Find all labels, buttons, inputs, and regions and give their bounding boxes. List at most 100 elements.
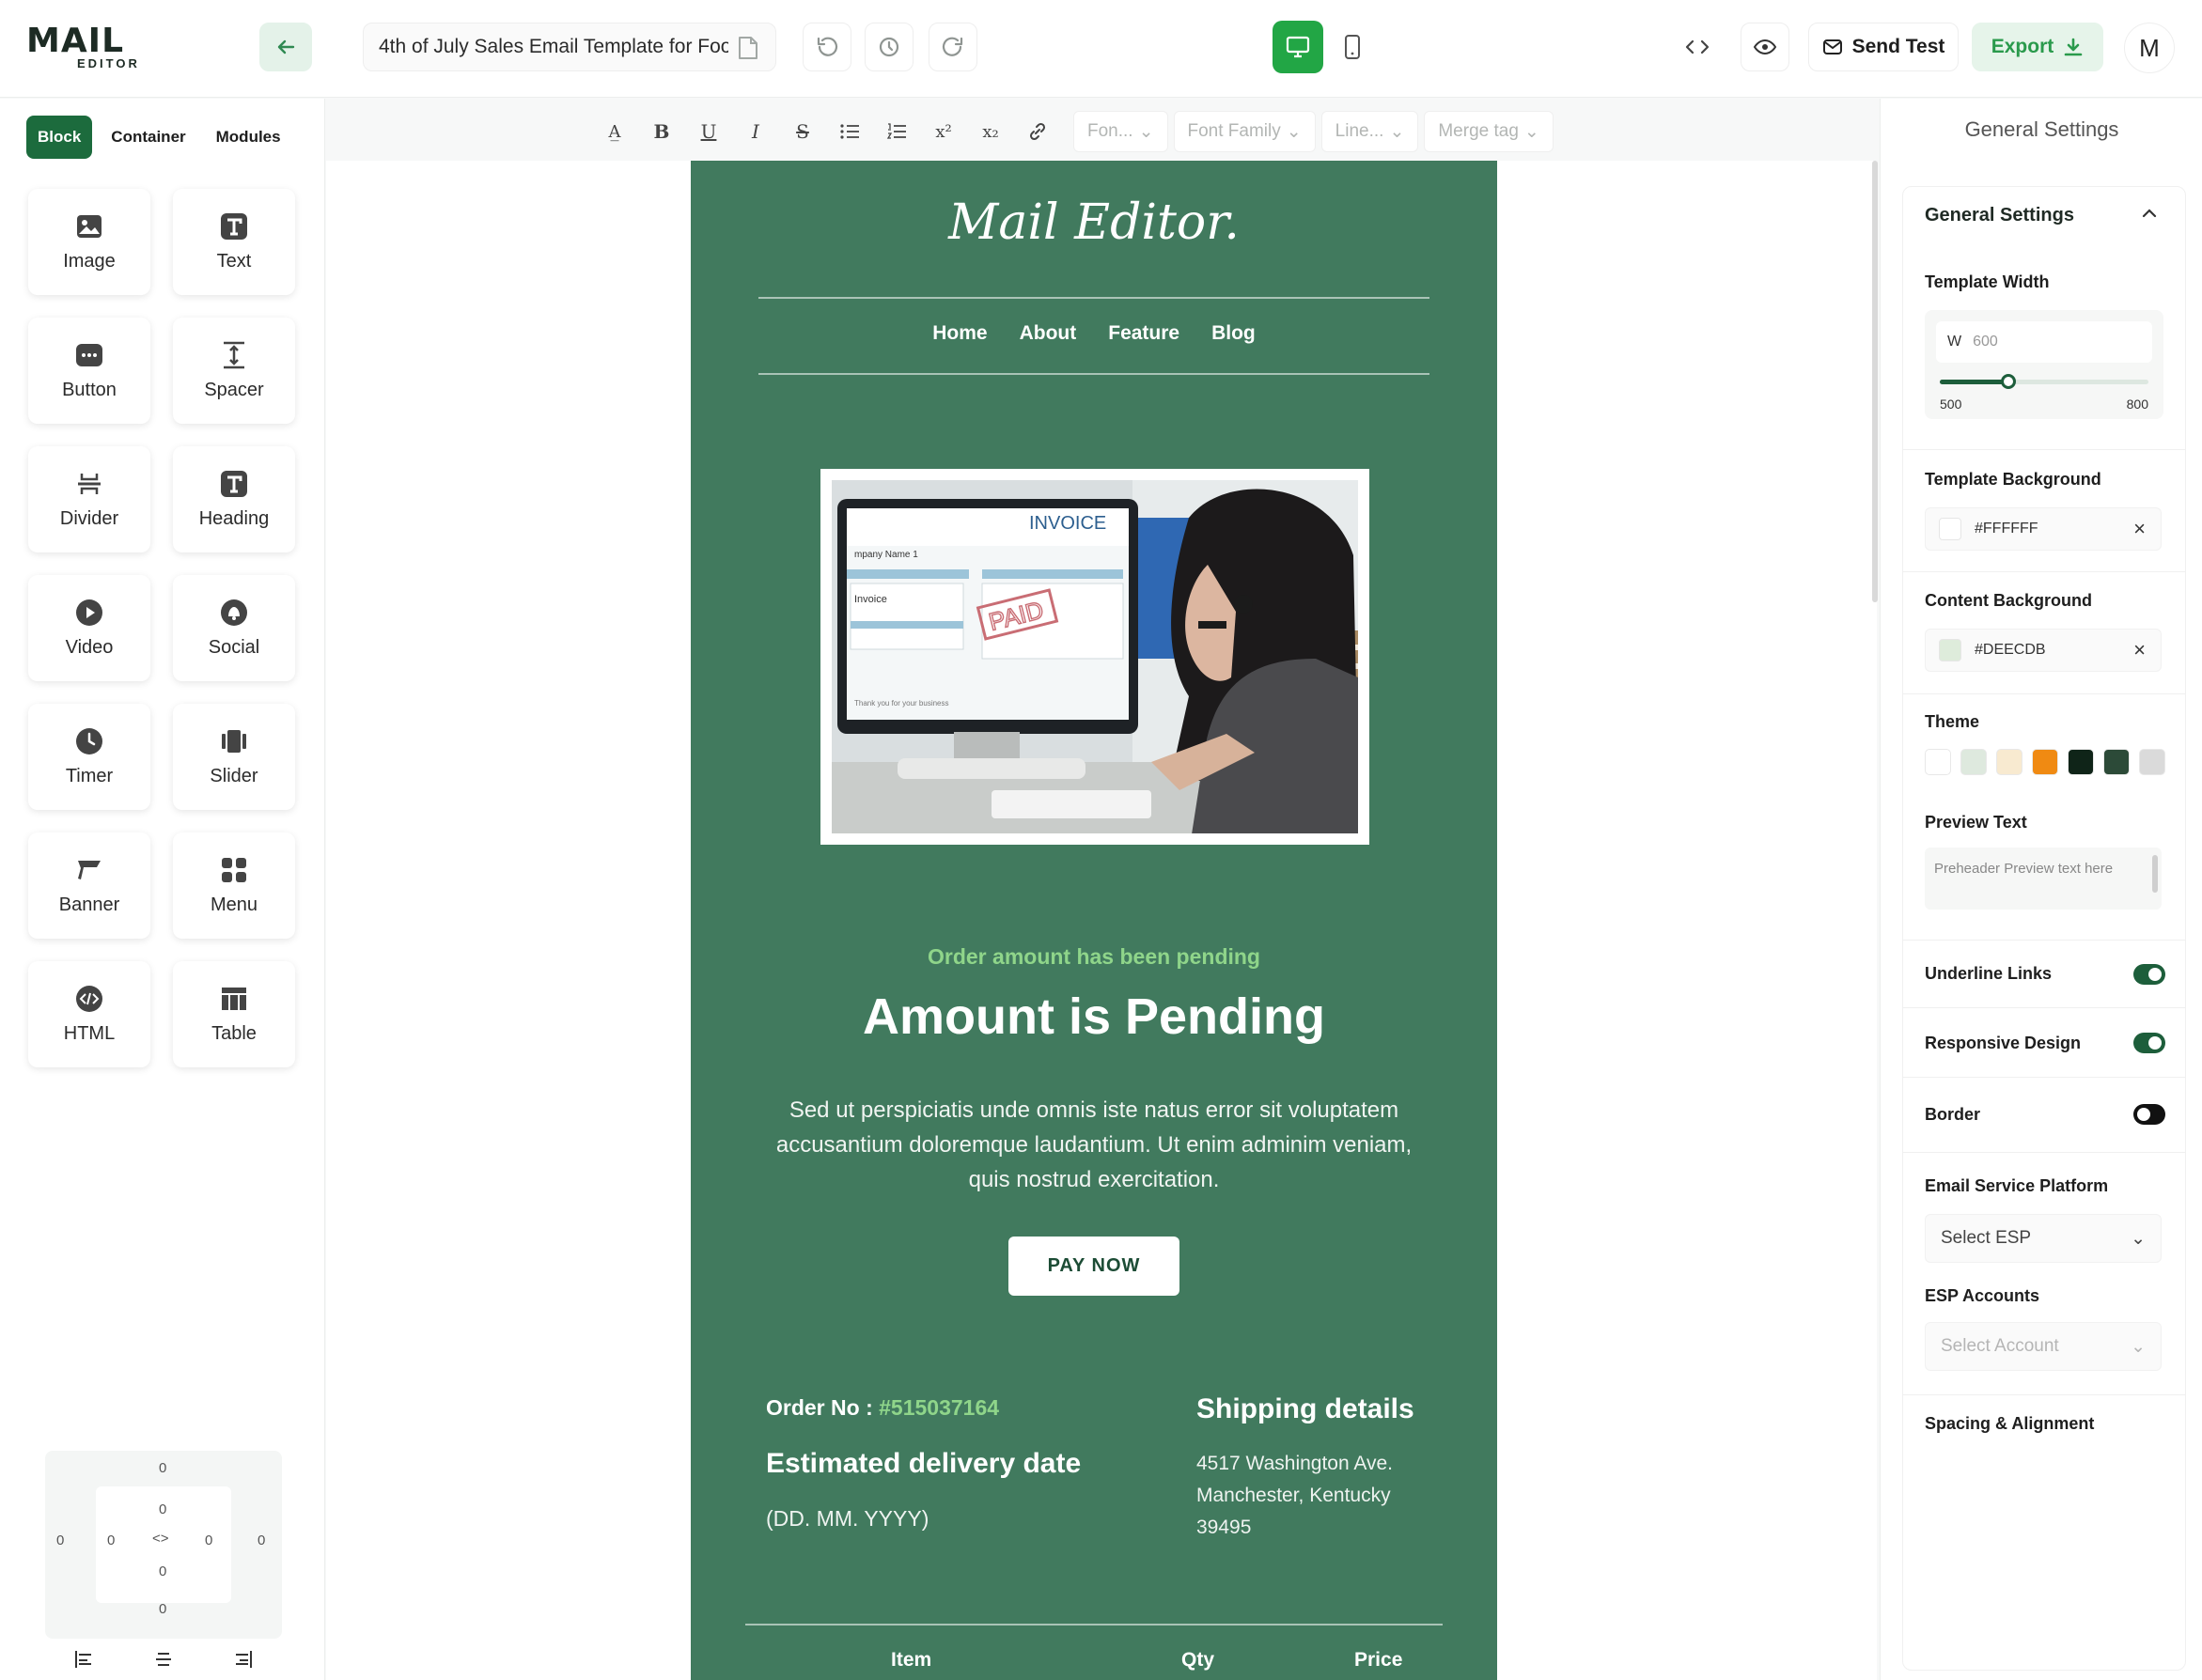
table-header-price[interactable]: Price xyxy=(1354,1649,1402,1672)
padding-top-value[interactable]: 0 xyxy=(159,1501,166,1517)
preview-button[interactable] xyxy=(1741,23,1789,71)
esp-accounts-select[interactable]: Select Account ⌄ xyxy=(1925,1322,2162,1371)
code-view-button[interactable] xyxy=(1673,23,1722,71)
strikethrough-icon[interactable]: S xyxy=(782,111,823,152)
block-divider[interactable]: Divider xyxy=(28,446,150,552)
width-slider-track[interactable] xyxy=(1940,374,2148,389)
margin-bottom-value[interactable]: 0 xyxy=(159,1601,166,1617)
padding-left-value[interactable]: 0 xyxy=(107,1532,115,1548)
border-toggle[interactable] xyxy=(2133,1104,2165,1125)
block-table[interactable]: Table xyxy=(173,961,295,1067)
email-brand[interactable]: Mail Editor. xyxy=(691,194,1497,251)
merge-tag-select[interactable]: Merge tag ⌄ xyxy=(1424,111,1554,152)
settings-section-title[interactable]: General Settings xyxy=(1925,205,2074,226)
estimated-delivery-title[interactable]: Estimated delivery date xyxy=(766,1448,1081,1480)
table-header-item[interactable]: Item xyxy=(891,1649,931,1672)
block-heading[interactable]: Heading xyxy=(173,446,295,552)
back-button[interactable] xyxy=(259,23,312,71)
file-icon[interactable] xyxy=(736,35,760,68)
nav-item-home[interactable]: Home xyxy=(932,322,987,345)
undo-button[interactable] xyxy=(803,23,851,71)
link-spacing-icon[interactable]: <> xyxy=(152,1531,169,1547)
link-icon[interactable] xyxy=(1017,111,1058,152)
theme-swatch-2[interactable] xyxy=(1996,749,2022,775)
line-height-select[interactable]: Line... ⌄ xyxy=(1320,111,1419,152)
email-body-text[interactable]: Sed ut perspiciatis unde omnis iste natu… xyxy=(766,1093,1422,1197)
chevron-up-icon[interactable] xyxy=(2139,203,2160,228)
content-background-input[interactable]: #DEECDB × xyxy=(1925,629,2162,672)
font-size-select[interactable]: Fon... ⌄ xyxy=(1073,111,1168,152)
block-spacer[interactable]: Spacer xyxy=(173,318,295,424)
block-video[interactable]: Video xyxy=(28,575,150,681)
color-swatch[interactable] xyxy=(1939,639,1961,661)
theme-swatch-1[interactable] xyxy=(1960,749,1987,775)
send-test-button[interactable]: Send Test xyxy=(1808,23,1959,71)
canvas-scrollbar[interactable] xyxy=(1872,161,1878,602)
export-button[interactable]: Export xyxy=(1972,23,2103,71)
theme-swatch-4[interactable] xyxy=(2068,749,2094,775)
italic-icon[interactable]: I xyxy=(735,111,776,152)
bullet-list-icon[interactable] xyxy=(829,111,870,152)
preview-text-scrollbar[interactable] xyxy=(2152,855,2158,893)
shipping-address[interactable]: 4517 Washington Ave. Manchester, Kentuck… xyxy=(1196,1448,1441,1544)
desktop-view-button[interactable] xyxy=(1273,21,1323,73)
margin-right-value[interactable]: 0 xyxy=(258,1532,265,1548)
order-number-line[interactable]: Order No : #515037164 xyxy=(766,1395,999,1421)
email-kicker[interactable]: Order amount has been pending xyxy=(691,944,1497,970)
nav-item-blog[interactable]: Blog xyxy=(1211,322,1256,345)
theme-swatch-5[interactable] xyxy=(2103,749,2130,775)
numbered-list-icon[interactable] xyxy=(876,111,917,152)
underline-icon[interactable]: U xyxy=(688,111,729,152)
preview-text-input[interactable]: Preheader Preview text here xyxy=(1925,848,2162,910)
esp-select[interactable]: Select ESP ⌄ xyxy=(1925,1214,2162,1263)
template-title-field[interactable]: 4th of July Sales Email Template for Foo… xyxy=(363,23,776,71)
theme-swatch-3[interactable] xyxy=(2032,749,2058,775)
email-headline[interactable]: Amount is Pending xyxy=(691,988,1497,1046)
pay-now-button[interactable]: PAY NOW xyxy=(1008,1237,1179,1296)
tab-modules[interactable]: Modules xyxy=(205,116,292,159)
underline-links-toggle[interactable] xyxy=(2133,964,2165,985)
block-button[interactable]: Button xyxy=(28,318,150,424)
color-swatch[interactable] xyxy=(1939,518,1961,540)
nav-item-about[interactable]: About xyxy=(1020,322,1077,345)
subscript-icon[interactable]: x₂ xyxy=(970,111,1011,152)
block-text[interactable]: Text xyxy=(173,189,295,295)
history-button[interactable] xyxy=(865,23,914,71)
template-width-input[interactable]: W 600 xyxy=(1936,321,2152,363)
block-banner[interactable]: Banner xyxy=(28,832,150,939)
clear-icon[interactable]: × xyxy=(2133,638,2146,662)
theme-swatch-0[interactable] xyxy=(1925,749,1951,775)
margin-top-value[interactable]: 0 xyxy=(159,1460,166,1476)
redo-button[interactable] xyxy=(929,23,977,71)
block-social[interactable]: Social xyxy=(173,575,295,681)
align-center-icon[interactable] xyxy=(152,1649,175,1670)
user-avatar[interactable]: M xyxy=(2124,23,2175,73)
email-preview[interactable]: Mail Editor. Home About Feature Blog INV… xyxy=(691,161,1497,1680)
block-image[interactable]: Image xyxy=(28,189,150,295)
theme-swatch-6[interactable] xyxy=(2139,749,2165,775)
template-background-input[interactable]: #FFFFFF × xyxy=(1925,507,2162,551)
font-family-select[interactable]: Font Family ⌄ xyxy=(1173,111,1316,152)
mobile-view-button[interactable] xyxy=(1327,21,1378,73)
padding-right-value[interactable]: 0 xyxy=(205,1532,212,1548)
clear-icon[interactable]: × xyxy=(2133,517,2146,541)
align-right-icon[interactable] xyxy=(231,1649,254,1670)
width-slider-handle[interactable] xyxy=(2001,374,2017,389)
tab-block[interactable]: Block xyxy=(26,116,93,159)
align-left-icon[interactable] xyxy=(73,1649,96,1670)
responsive-design-toggle[interactable] xyxy=(2133,1033,2165,1053)
text-color-icon[interactable]: A̲ xyxy=(594,111,635,152)
nav-item-feature[interactable]: Feature xyxy=(1108,322,1179,345)
tab-container[interactable]: Container xyxy=(100,116,196,159)
block-timer[interactable]: Timer xyxy=(28,704,150,810)
hero-image[interactable]: INVOICE mpany Name 1 Invoice Thank you f… xyxy=(820,469,1369,845)
table-header-qty[interactable]: Qty xyxy=(1181,1649,1214,1672)
estimated-delivery-date[interactable]: (DD. MM. YYYY) xyxy=(766,1506,929,1532)
margin-left-value[interactable]: 0 xyxy=(56,1532,64,1548)
block-html[interactable]: HTML xyxy=(28,961,150,1067)
block-menu[interactable]: Menu xyxy=(173,832,295,939)
padding-bottom-value[interactable]: 0 xyxy=(159,1563,166,1579)
shipping-details-title[interactable]: Shipping details xyxy=(1196,1393,1414,1425)
superscript-icon[interactable]: x² xyxy=(923,111,964,152)
bold-icon[interactable]: B xyxy=(641,111,682,152)
